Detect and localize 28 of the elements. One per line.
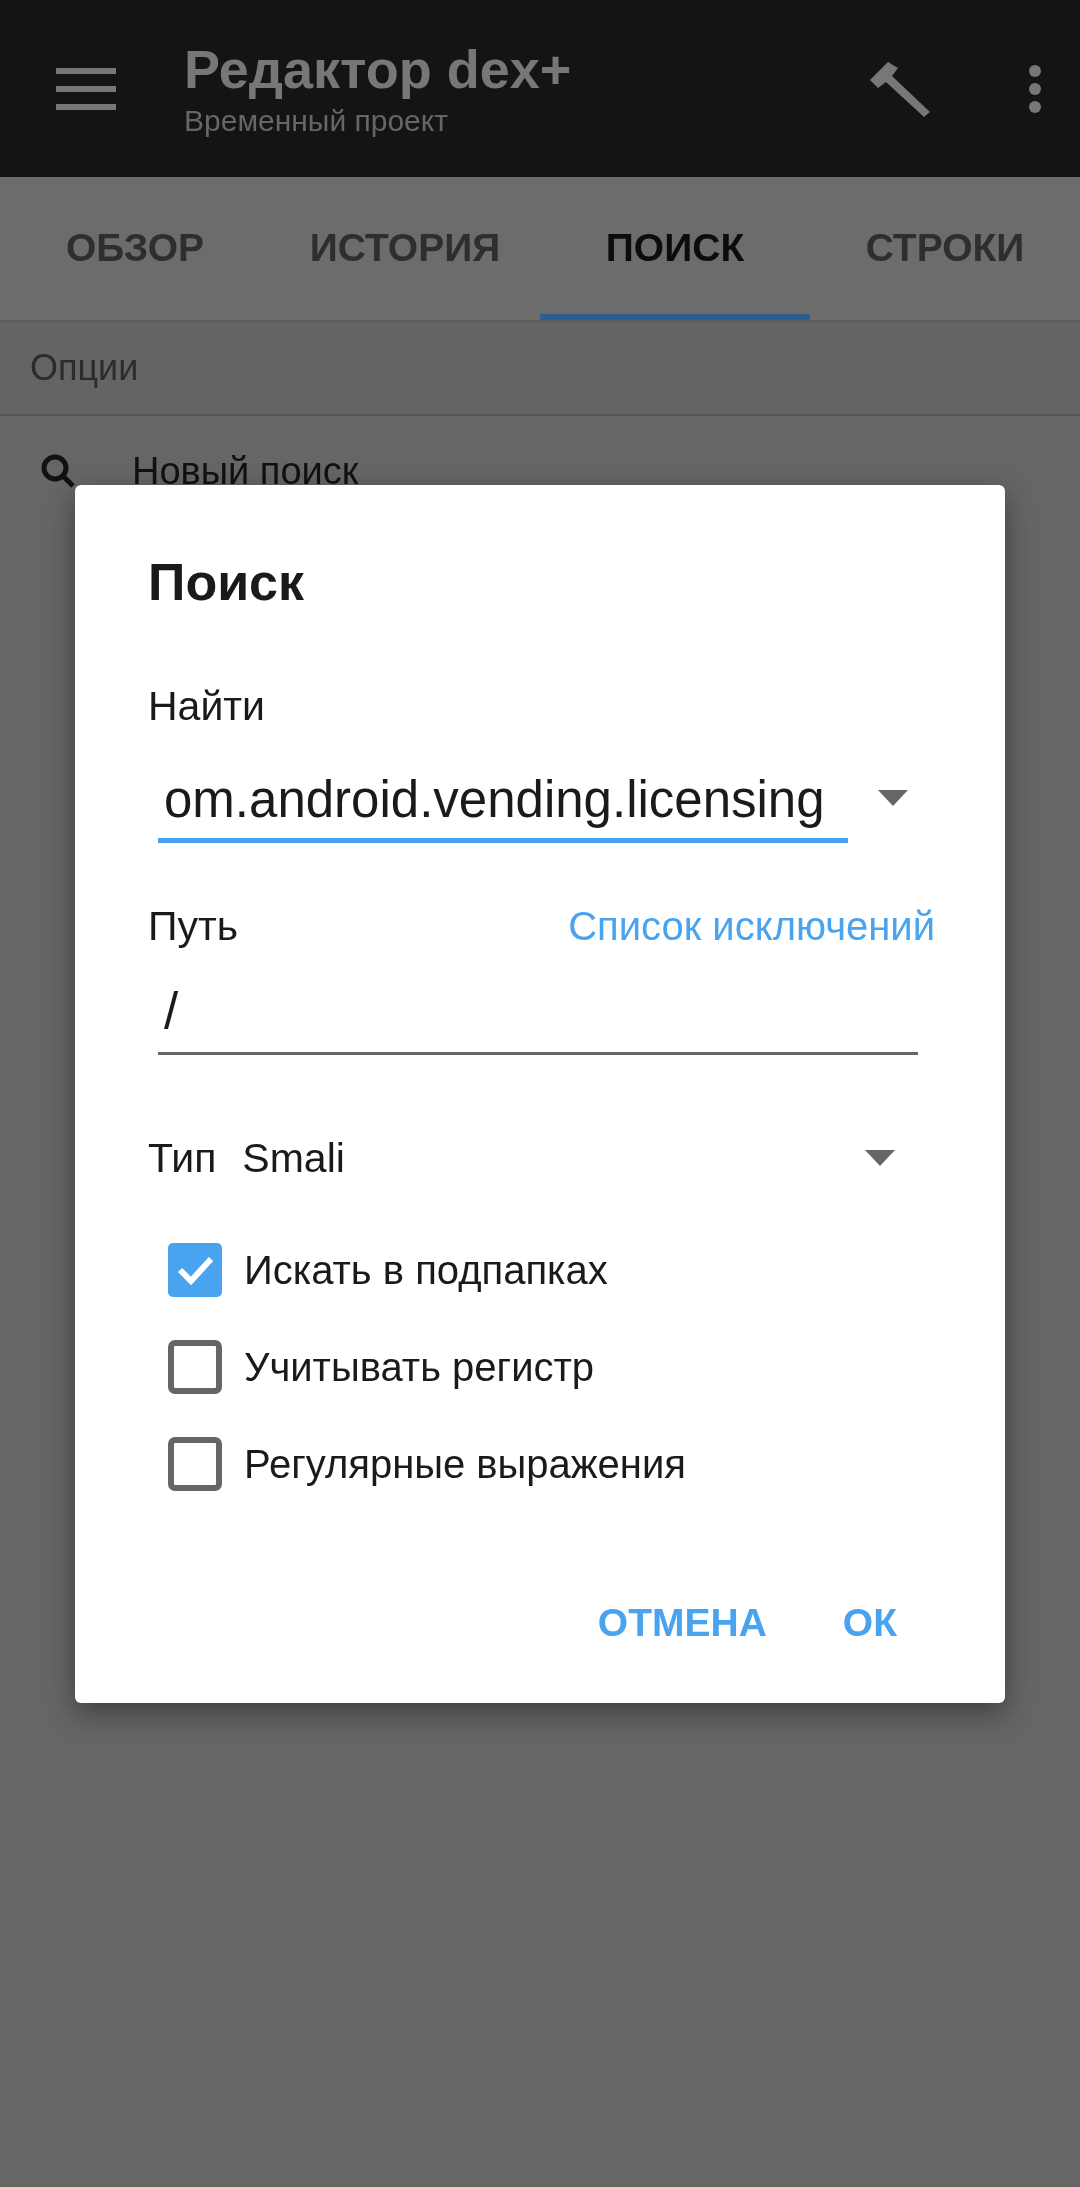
checkbox-label[interactable]: Учитывать регистр (244, 1344, 595, 1390)
more-options-icon[interactable] (1028, 63, 1042, 114)
dialog-title: Поиск (148, 552, 305, 613)
checkbox[interactable] (168, 1437, 222, 1491)
exclusions-link[interactable]: Список исключений (568, 903, 935, 949)
menu-icon[interactable] (56, 67, 116, 110)
path-label: Путь (148, 902, 239, 951)
dialog-button[interactable]: ОТМЕНА (589, 1591, 775, 1655)
tab[interactable]: ИСТОРИЯ (270, 177, 540, 320)
search-icon (40, 453, 76, 489)
type-dropdown[interactable]: Smali (242, 1133, 345, 1183)
dialog-button[interactable]: ОК (834, 1591, 905, 1655)
checkbox[interactable] (168, 1243, 222, 1297)
tab[interactable]: СТРОКИ (810, 177, 1080, 320)
type-label: Тип (148, 1134, 217, 1183)
find-label: Найти (148, 682, 265, 731)
app-subtitle: Временный проект (184, 102, 449, 139)
tab[interactable]: ОБЗОР (0, 177, 270, 320)
search-field[interactable]: om.android.vending.licensing (158, 761, 848, 843)
checkbox-label[interactable]: Искать в подпапках (244, 1247, 608, 1293)
hammer-icon[interactable] (868, 59, 932, 118)
path-field[interactable]: / (158, 971, 918, 1055)
checkbox-label[interactable]: Регулярные выражения (244, 1441, 686, 1487)
section-header: Опции (30, 347, 139, 389)
dropdown-icon[interactable] (865, 1150, 895, 1166)
app-title: Редактор dex+ (184, 37, 573, 101)
dropdown-icon[interactable] (878, 790, 908, 806)
checkbox[interactable] (168, 1340, 222, 1394)
